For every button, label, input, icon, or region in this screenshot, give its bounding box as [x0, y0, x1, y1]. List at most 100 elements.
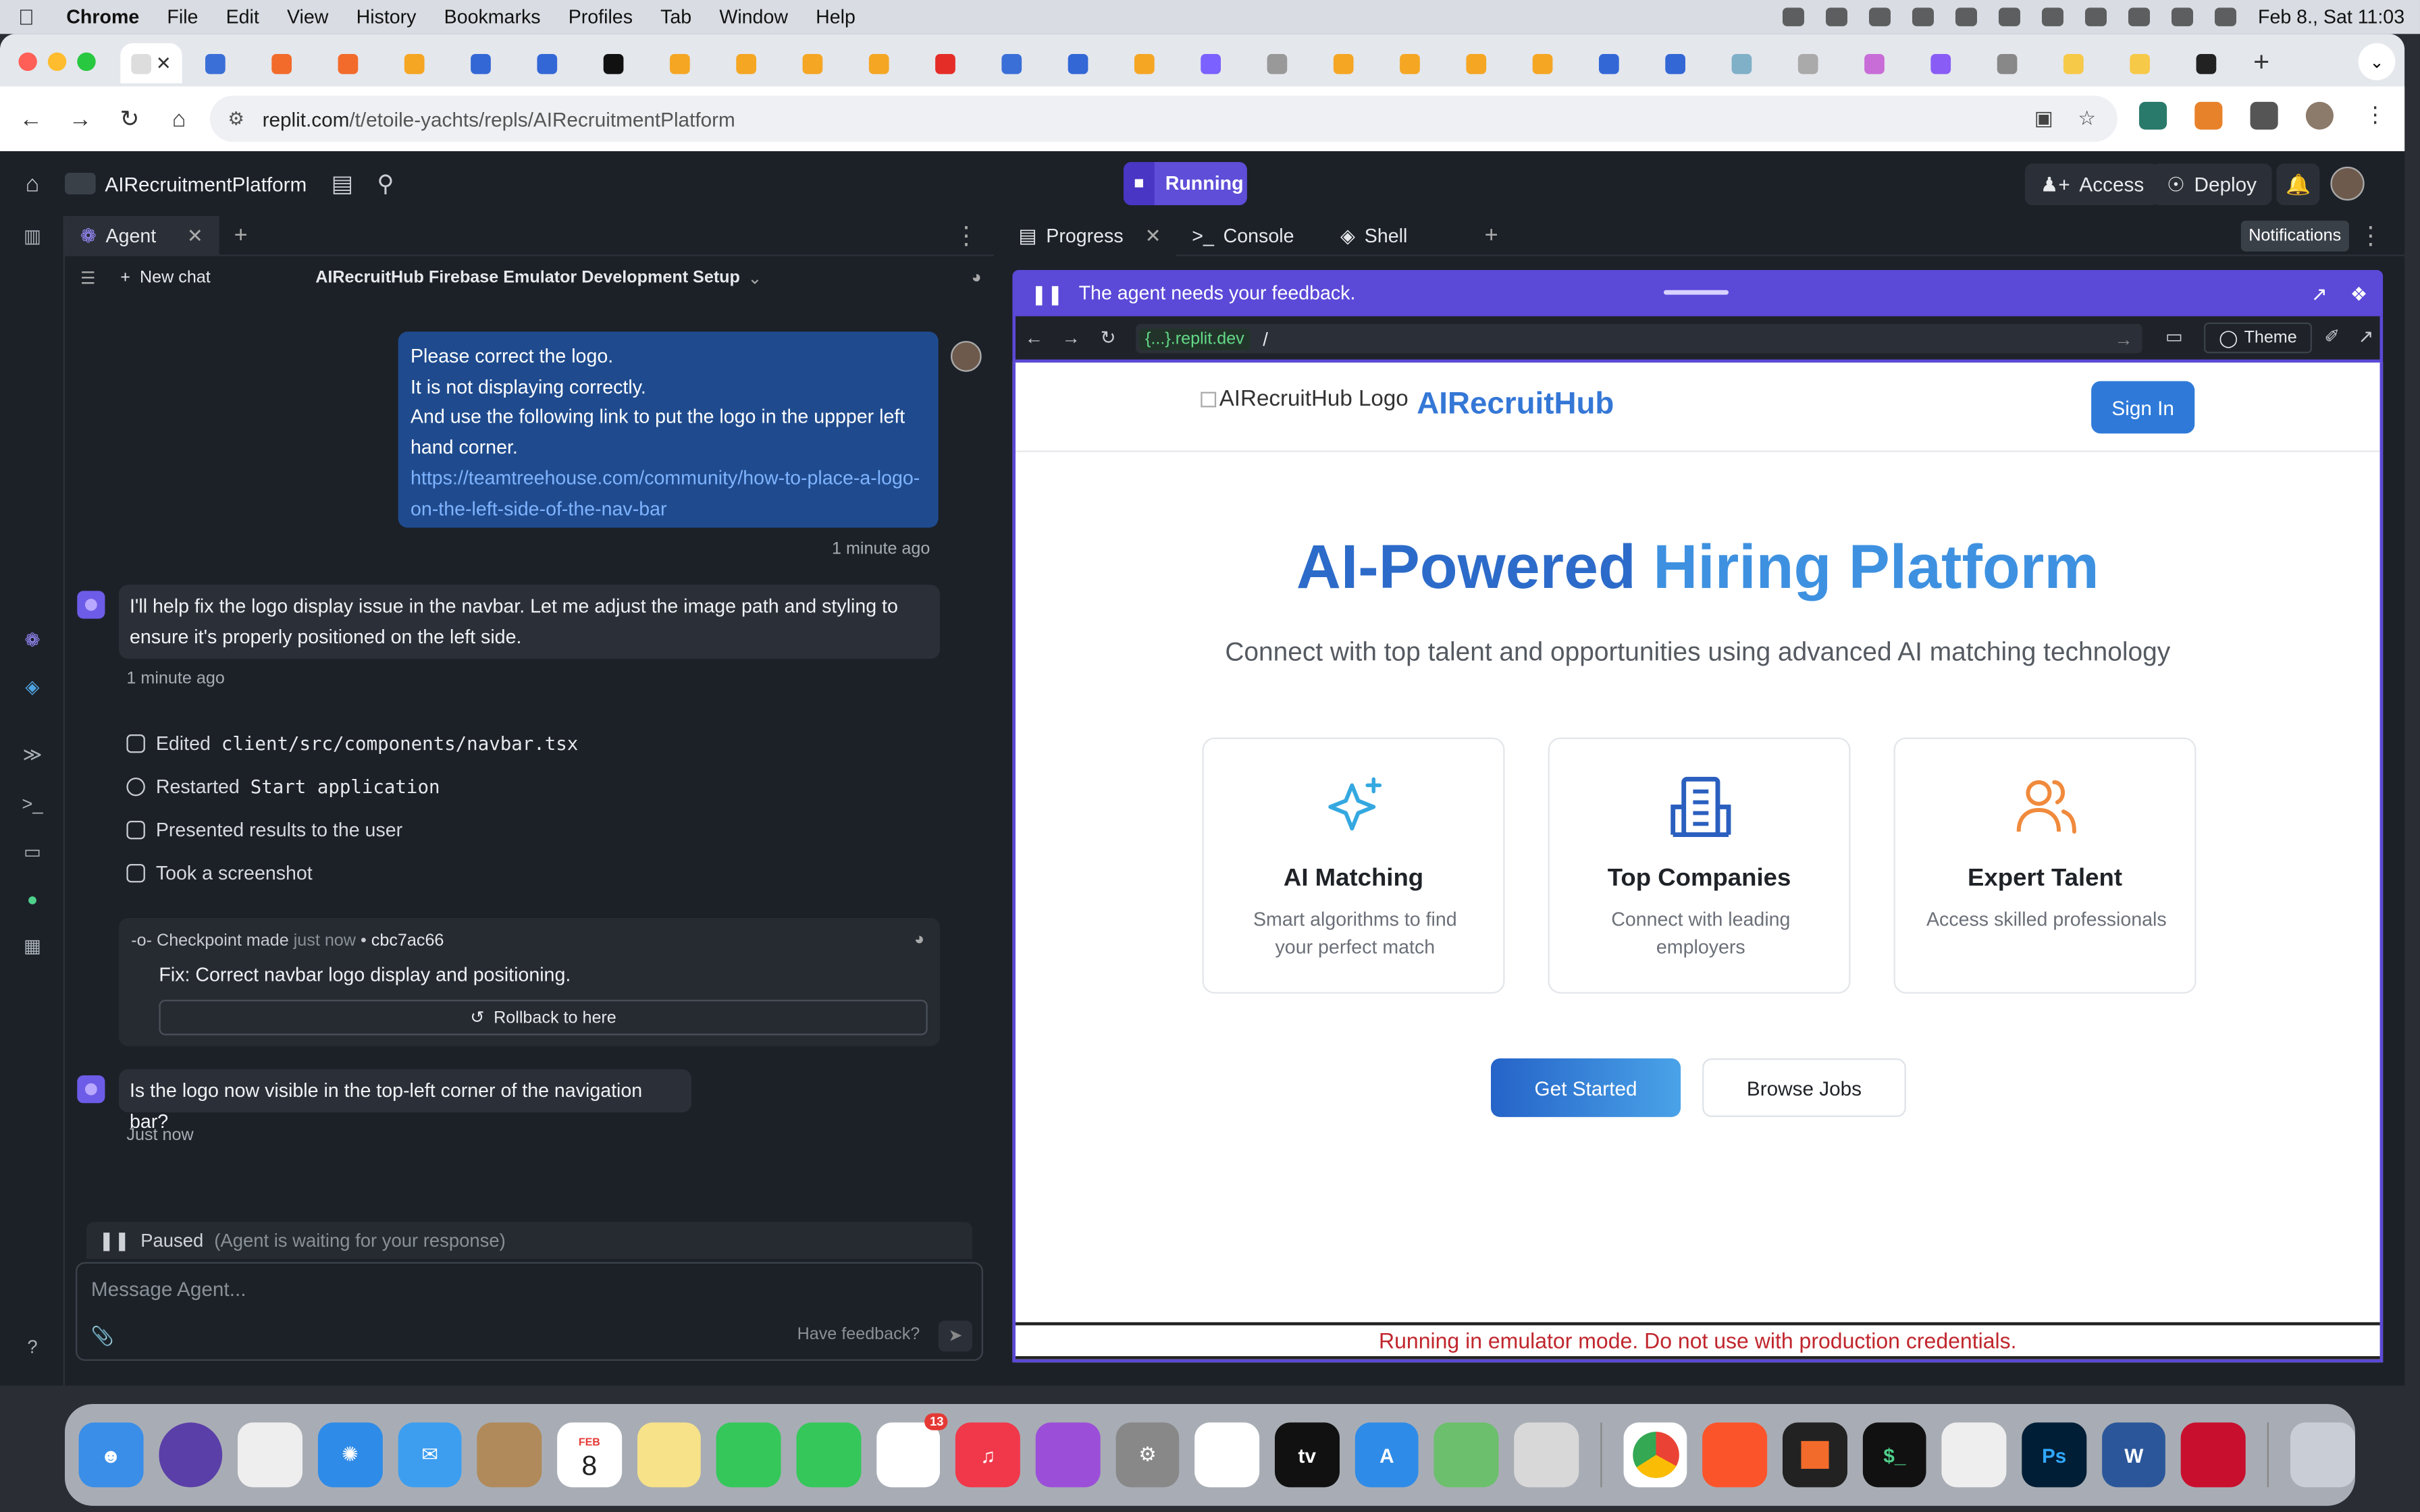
- browser-tab[interactable]: [1576, 43, 1642, 83]
- browser-tab[interactable]: [1841, 43, 1908, 83]
- rollback-button[interactable]: ↺ Rollback to here: [159, 1000, 928, 1035]
- feedback-link[interactable]: Have feedback?: [797, 1325, 920, 1343]
- apple-icon[interactable]: : [0, 5, 53, 30]
- zoom-window-button[interactable]: [77, 52, 96, 72]
- forward-icon[interactable]: →: [55, 106, 105, 132]
- tab-shell[interactable]: ◈ Shell: [1325, 215, 1423, 255]
- status-app-icon[interactable]: [1826, 7, 1848, 26]
- music-icon[interactable]: ♫: [955, 1422, 1020, 1488]
- metamask-icon[interactable]: [2194, 101, 2223, 130]
- run-button[interactable]: ■ Running: [1123, 161, 1247, 205]
- user-icon[interactable]: [2042, 7, 2064, 26]
- browser-tab[interactable]: [1509, 43, 1575, 83]
- siri-icon[interactable]: [2215, 7, 2237, 26]
- browser-tab[interactable]: [1045, 43, 1111, 83]
- trash-icon[interactable]: [2290, 1422, 2355, 1488]
- reminders-icon[interactable]: 13: [876, 1413, 949, 1488]
- go-arrow-icon[interactable]: →: [2114, 328, 2132, 350]
- close-icon[interactable]: ✕: [1145, 223, 1161, 247]
- control-center-icon[interactable]: [2172, 7, 2194, 26]
- system-settings-icon[interactable]: ⚙: [1115, 1422, 1180, 1488]
- devtools-icon[interactable]: ✐: [2324, 325, 2340, 347]
- extension-icon[interactable]: [2138, 101, 2167, 130]
- browser-tab[interactable]: [978, 43, 1045, 83]
- browser-tab[interactable]: [1377, 43, 1443, 83]
- shell-icon[interactable]: >_: [18, 793, 46, 821]
- webview-icon[interactable]: ▭: [18, 841, 46, 869]
- contacts-icon[interactable]: [477, 1422, 542, 1488]
- tab-console[interactable]: >_ Console: [1176, 215, 1309, 255]
- console-icon[interactable]: ≫: [18, 744, 46, 772]
- home-icon[interactable]: ⌂: [155, 106, 204, 132]
- back-icon[interactable]: ←: [6, 106, 55, 132]
- maps-icon[interactable]: [1434, 1422, 1499, 1488]
- menu-bookmarks[interactable]: Bookmarks: [430, 6, 554, 28]
- preview-url-field[interactable]: {...}.replit.dev / →: [1136, 323, 2142, 354]
- menubar-clock[interactable]: Feb 8., Sat 11:03: [2258, 6, 2404, 28]
- iphone-mirroring-icon[interactable]: [1514, 1422, 1579, 1488]
- browser-tab[interactable]: [713, 43, 779, 83]
- menu-view[interactable]: View: [273, 6, 342, 28]
- mail-icon[interactable]: ✉: [397, 1422, 463, 1488]
- messages-icon[interactable]: [796, 1422, 861, 1488]
- tab-agent[interactable]: ❁ Agent ✕: [64, 215, 219, 256]
- menu-history[interactable]: History: [342, 6, 430, 28]
- terminal-icon[interactable]: $_: [1862, 1422, 1927, 1488]
- notifications-button[interactable]: 🔔: [2276, 163, 2320, 205]
- podcasts-icon[interactable]: [1035, 1422, 1101, 1488]
- browser-tab[interactable]: [1311, 43, 1377, 83]
- sign-in-button[interactable]: Sign In: [2091, 381, 2195, 434]
- step-restarted[interactable]: Restarted Start application: [126, 776, 440, 798]
- theme-button[interactable]: ◯ Theme: [2203, 322, 2312, 354]
- deployments-icon[interactable]: ●: [18, 889, 46, 917]
- usage-gauge-icon[interactable]: ◕: [914, 930, 924, 948]
- browser-tab[interactable]: [514, 43, 580, 83]
- menu-window[interactable]: Window: [706, 6, 802, 28]
- browser-tab[interactable]: [580, 43, 646, 83]
- menu-app-name[interactable]: Chrome: [53, 6, 153, 28]
- browser-tab[interactable]: [1443, 43, 1509, 83]
- step-presented[interactable]: Presented results to the user: [126, 819, 402, 841]
- tab-progress[interactable]: ▤ Progress ✕: [1003, 215, 1177, 256]
- apple-tv-icon[interactable]: tv: [1275, 1422, 1340, 1488]
- browser-tab[interactable]: [647, 43, 713, 83]
- get-started-button[interactable]: Get Started: [1490, 1058, 1681, 1117]
- minimize-window-button[interactable]: [47, 52, 67, 72]
- siri-icon[interactable]: [158, 1422, 223, 1488]
- browser-tab[interactable]: [1908, 43, 1974, 83]
- facetime-icon[interactable]: [716, 1422, 781, 1488]
- step-edited[interactable]: Edited client/src/components/navbar.tsx: [126, 733, 578, 755]
- browser-tab[interactable]: [1178, 43, 1244, 83]
- reload-icon[interactable]: ↻: [1090, 327, 1127, 349]
- browser-tab[interactable]: [182, 43, 248, 83]
- launchpad-icon[interactable]: [238, 1422, 303, 1488]
- browser-tab[interactable]: [2107, 43, 2173, 83]
- menu-help[interactable]: Help: [802, 6, 870, 28]
- profile-avatar[interactable]: [2305, 101, 2334, 130]
- menu-profiles[interactable]: Profiles: [554, 6, 646, 28]
- add-tab-button[interactable]: +: [219, 222, 263, 248]
- browser-tab[interactable]: [448, 43, 514, 83]
- photoshop-icon[interactable]: Ps: [2022, 1422, 2086, 1488]
- new-chat-button[interactable]: + New chat: [120, 269, 210, 287]
- all-tools-icon[interactable]: ▦: [18, 935, 46, 963]
- site-brand[interactable]: AIRecruitHub: [1417, 387, 1614, 423]
- user-avatar[interactable]: [2330, 166, 2365, 201]
- browser-tab[interactable]: [1775, 43, 1841, 83]
- brave-icon[interactable]: [1703, 1422, 1768, 1488]
- replit-icon[interactable]: [1783, 1422, 1847, 1488]
- usage-gauge-icon[interactable]: ◕: [971, 269, 981, 287]
- battery-icon[interactable]: [1955, 7, 1978, 26]
- step-screenshot[interactable]: Took a screenshot: [126, 863, 313, 884]
- menu-edit[interactable]: Edit: [212, 6, 273, 28]
- add-tab-button[interactable]: +: [1469, 222, 1514, 248]
- pin-icon[interactable]: ❖: [2350, 281, 2368, 304]
- site-info-icon[interactable]: ⚙: [210, 108, 263, 130]
- notes-icon[interactable]: [637, 1422, 702, 1488]
- calendar-icon[interactable]: FEB 8: [557, 1422, 622, 1488]
- browser-tab[interactable]: [1244, 43, 1310, 83]
- expand-icon[interactable]: ↗: [2311, 281, 2327, 304]
- wifi-icon[interactable]: [1999, 7, 2021, 26]
- broken-logo-image[interactable]: AIRecruitHub Logo: [1201, 387, 1409, 412]
- back-icon[interactable]: ←: [1016, 327, 1053, 349]
